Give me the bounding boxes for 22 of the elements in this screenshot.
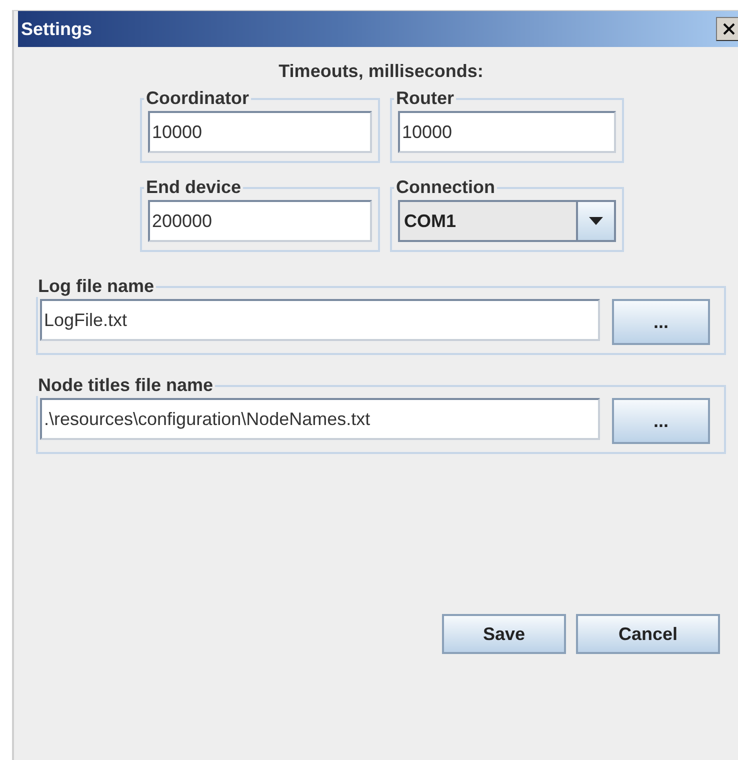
input-field[interactable]: 200000 — [148, 200, 372, 242]
input-field[interactable]: 10000 — [148, 111, 372, 153]
window-title: Settings — [20, 18, 92, 40]
input-field[interactable]: 10000 — [398, 111, 616, 153]
caret-icon — [589, 217, 603, 225]
dialog-button[interactable]: Cancel — [576, 614, 720, 654]
group-label: Router — [395, 88, 455, 109]
dropdown[interactable]: COM1 — [398, 200, 616, 242]
browse-button[interactable]: ... — [612, 299, 710, 345]
group-label: Node titles file name — [37, 375, 214, 396]
dialog-button[interactable]: Save — [442, 614, 566, 654]
close-button[interactable] — [716, 17, 738, 41]
input-field[interactable]: LogFile.txt — [40, 299, 600, 341]
browse-button[interactable]: ... — [612, 398, 710, 444]
section-heading: Timeouts, milliseconds: — [278, 61, 484, 82]
group-label: Log file name — [37, 276, 156, 297]
group-label: Connection — [395, 177, 496, 198]
close-icon — [722, 22, 736, 36]
group-label: End device — [145, 177, 242, 198]
input-field[interactable]: .\resources\configuration\NodeNames.txt — [40, 398, 600, 440]
dropdown-arrow-button[interactable] — [576, 202, 614, 240]
group-label: Coordinator — [145, 88, 250, 109]
